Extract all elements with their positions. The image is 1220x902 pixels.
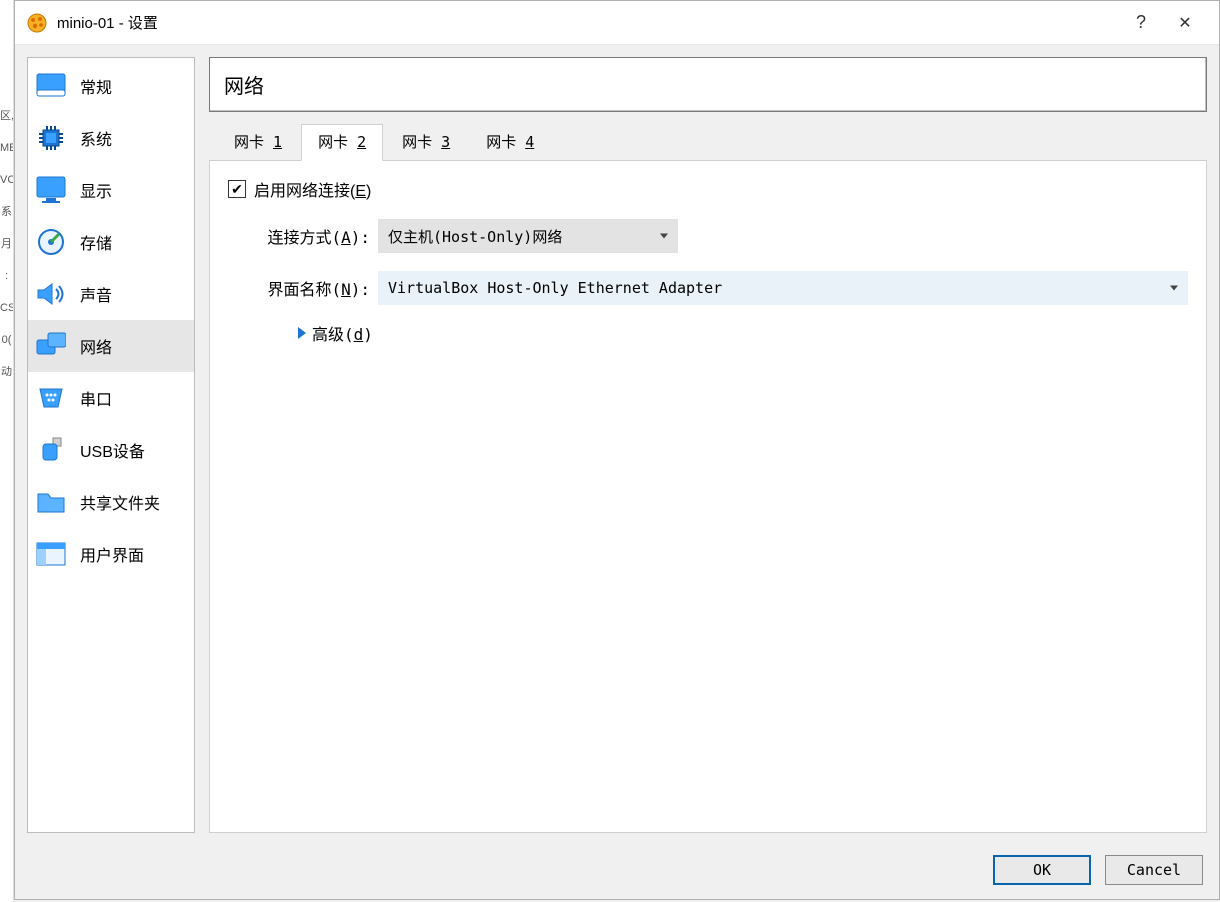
sidebar-item-label: 网络 [80,334,112,358]
adapter-tab-panel: ✔ 启用网络连接(E) 连接方式(A): 仅主机(Host-Only)网络 界面… [209,160,1207,833]
sidebar-item-label: 用户界面 [80,542,144,566]
sidebar-item-label: 声音 [80,282,112,306]
network-icon [36,331,66,361]
settings-main-panel: 网络 网卡 1 网卡 2 网卡 3 网卡 4 ✔ 启用网络连接(E) 连接方式(… [209,57,1207,833]
dialog-footer: OK Cancel [15,845,1219,899]
enable-network-checkbox[interactable]: ✔ [228,180,246,198]
sidebar-item-label: 共享文件夹 [80,490,160,514]
attached-to-combobox[interactable]: 仅主机(Host-Only)网络 [378,219,678,253]
background-cutoff-strip: 区, ME VC 系月 : CS 0( 动 [0,0,14,902]
help-button[interactable]: ? [1119,1,1163,45]
usb-icon [36,435,66,465]
chevron-down-icon [1170,286,1178,291]
enable-network-label: 启用网络连接(E) [254,177,371,201]
interface-name-row: 界面名称(N): VirtualBox Host-Only Ethernet A… [228,271,1188,305]
tab-adapter-3[interactable]: 网卡 3 [385,124,467,161]
advanced-label: 高级(d) [312,321,373,345]
sidebar-item-system[interactable]: 系统 [28,112,194,164]
settings-dialog: minio-01 - 设置 ? ✕ 常规 系统 [14,0,1220,900]
monitor-icon [36,71,66,101]
attached-to-value: 仅主机(Host-Only)网络 [388,226,562,247]
disk-icon [36,227,66,257]
triangle-right-icon [298,327,306,339]
sidebar-item-label: USB设备 [80,438,145,462]
adapter-tabs: 网卡 1 网卡 2 网卡 3 网卡 4 [209,124,1207,161]
ui-layout-icon [36,539,66,569]
virtualbox-icon [27,13,47,33]
tab-adapter-4[interactable]: 网卡 4 [469,124,551,161]
tab-adapter-2[interactable]: 网卡 2 [301,124,383,161]
dialog-body: 常规 系统 显示 [15,45,1219,845]
window-title: minio-01 - 设置 [57,12,158,33]
attached-to-label: 连接方式(A): [228,224,378,248]
sidebar-item-serial[interactable]: 串口 [28,372,194,424]
sidebar-item-display[interactable]: 显示 [28,164,194,216]
serial-port-icon [36,383,66,413]
attached-to-row: 连接方式(A): 仅主机(Host-Only)网络 [228,219,1188,253]
sidebar-item-general[interactable]: 常规 [28,60,194,112]
sidebar-item-shared-folders[interactable]: 共享文件夹 [28,476,194,528]
sidebar-item-label: 存储 [80,230,112,254]
display-icon [36,175,66,205]
page-title: 网络 [209,57,1207,112]
settings-category-sidebar: 常规 系统 显示 [27,57,195,833]
enable-network-checkbox-row[interactable]: ✔ 启用网络连接(E) [228,177,1188,201]
sidebar-item-label: 系统 [80,126,112,150]
chip-icon [36,123,66,153]
checkmark-icon: ✔ [231,182,243,196]
tab-adapter-1[interactable]: 网卡 1 [217,124,299,161]
sidebar-item-usb[interactable]: USB设备 [28,424,194,476]
ok-button[interactable]: OK [993,855,1091,885]
sidebar-item-label: 显示 [80,178,112,202]
titlebar[interactable]: minio-01 - 设置 ? ✕ [15,1,1219,45]
sidebar-item-audio[interactable]: 声音 [28,268,194,320]
folder-icon [36,487,66,517]
sidebar-item-storage[interactable]: 存储 [28,216,194,268]
chevron-down-icon [660,234,668,239]
interface-name-combobox[interactable]: VirtualBox Host-Only Ethernet Adapter [378,271,1188,305]
close-button[interactable]: ✕ [1163,1,1207,45]
interface-name-value: VirtualBox Host-Only Ethernet Adapter [388,279,722,297]
sidebar-item-label: 常规 [80,74,112,98]
speaker-icon [36,279,66,309]
sidebar-item-network[interactable]: 网络 [28,320,194,372]
sidebar-item-user-interface[interactable]: 用户界面 [28,528,194,580]
interface-name-label: 界面名称(N): [228,276,378,300]
advanced-expander[interactable]: 高级(d) [298,321,1188,345]
sidebar-item-label: 串口 [80,386,112,410]
cancel-button[interactable]: Cancel [1105,855,1203,885]
